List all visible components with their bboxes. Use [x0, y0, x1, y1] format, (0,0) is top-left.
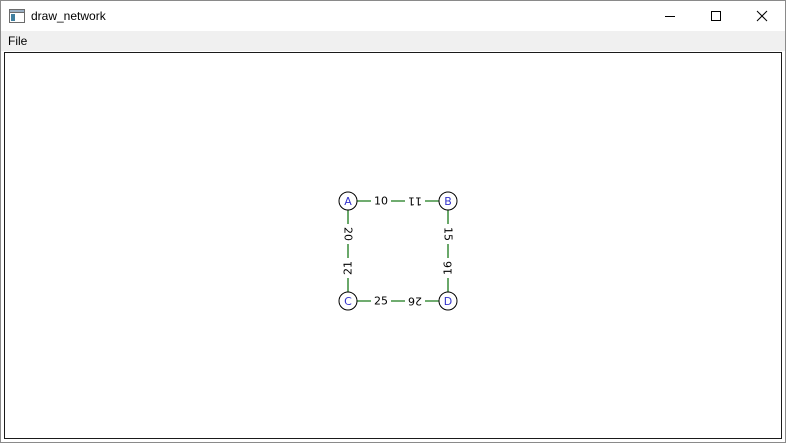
- minimize-icon: [665, 16, 675, 17]
- node-label-A: A: [344, 195, 352, 208]
- menu-bar: File: [1, 31, 785, 51]
- node-label-D: D: [444, 295, 452, 308]
- edge-label-B-D-from: 15: [442, 227, 455, 241]
- edge-label-C-D-to: 26: [408, 295, 422, 308]
- minimize-button[interactable]: [647, 1, 693, 31]
- edge-label-B-D-to: 16: [442, 261, 455, 275]
- edge-label-A-C-from: 20: [342, 227, 355, 241]
- node-D[interactable]: D: [438, 291, 458, 311]
- node-label-C: C: [344, 295, 352, 308]
- title-bar[interactable]: draw_network: [1, 1, 785, 31]
- edge-label-A-C-to: 21: [342, 261, 355, 275]
- edge-label-A-B-to: 11: [408, 195, 422, 208]
- node-B[interactable]: B: [438, 191, 458, 211]
- maximize-icon: [711, 11, 721, 21]
- app-window: draw_network File 10 11 20 21 15 16 25 26 A B C D: [0, 0, 786, 443]
- node-A[interactable]: A: [338, 191, 358, 211]
- window-title: draw_network: [31, 9, 106, 23]
- edge-label-C-D-from: 25: [374, 295, 388, 308]
- close-icon: [756, 10, 768, 22]
- node-C[interactable]: C: [338, 291, 358, 311]
- edge-label-A-B-from: 10: [374, 195, 388, 208]
- menu-file[interactable]: File: [8, 33, 27, 49]
- close-button[interactable]: [739, 1, 785, 31]
- network-canvas[interactable]: 10 11 20 21 15 16 25 26 A B C D: [4, 52, 782, 439]
- network-drawing: 10 11 20 21 15 16 25 26 A B C D: [338, 191, 458, 311]
- node-label-B: B: [444, 195, 452, 208]
- app-icon: [9, 9, 25, 23]
- maximize-button[interactable]: [693, 1, 739, 31]
